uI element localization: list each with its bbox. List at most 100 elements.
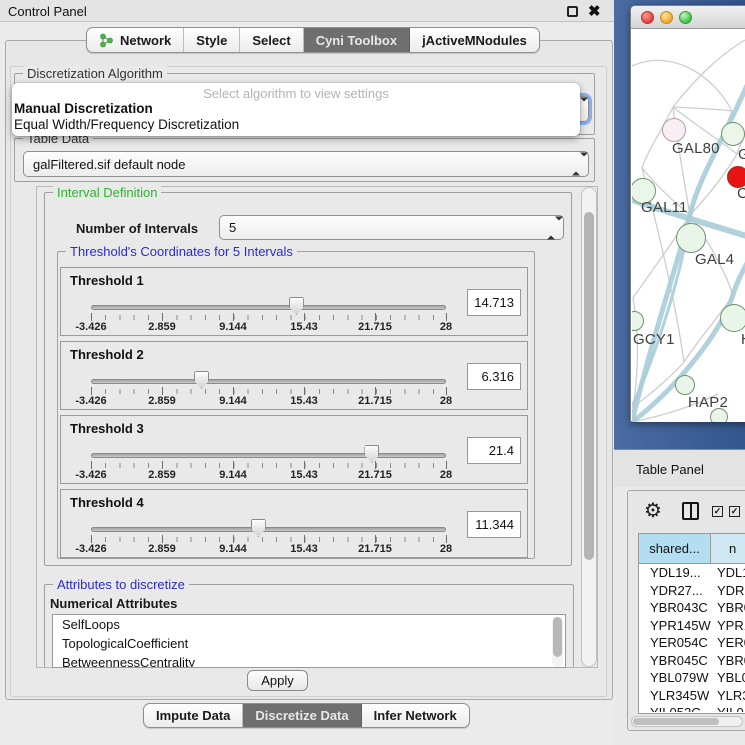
table-row[interactable]: YBR045CYBR0	[639, 652, 745, 670]
table-horizontal-scrollbar[interactable]	[631, 716, 743, 727]
cell[interactable]: YLR3	[711, 687, 745, 705]
cell[interactable]: YBR043C	[639, 599, 711, 617]
settings-vertical-scrollbar[interactable]	[581, 187, 597, 667]
cell[interactable]: YPR145W	[639, 617, 711, 635]
cell[interactable]: YPR1	[711, 617, 745, 635]
network-node[interactable]	[720, 304, 745, 332]
tick-label: -3.426	[75, 543, 106, 555]
tab-style[interactable]: Style	[184, 28, 240, 52]
interval-definition-title: Interval Definition	[53, 185, 161, 200]
scrollbar-thumb[interactable]	[584, 212, 594, 560]
attributes-group-title: Attributes to discretize	[53, 577, 189, 592]
cell[interactable]: YBR045C	[639, 652, 711, 670]
close-traffic-light-icon[interactable]	[641, 11, 654, 24]
apply-button[interactable]: Apply	[247, 670, 308, 691]
table-row[interactable]: YDL19...YDL1	[639, 564, 745, 582]
tab-cyni-toolbox[interactable]: Cyni Toolbox	[304, 28, 410, 52]
split-columns-icon[interactable]	[682, 502, 699, 520]
scrollbar-thumb[interactable]	[633, 718, 719, 725]
checkbox-checked-icon[interactable]: ✓	[712, 506, 723, 517]
cell[interactable]: YLR345W	[639, 687, 711, 705]
table-row[interactable]: YBR043CYBR0	[639, 599, 745, 617]
network-node[interactable]	[662, 118, 686, 142]
tab-impute-data[interactable]: Impute Data	[144, 704, 243, 727]
combo-arrows-icon	[547, 220, 555, 235]
slider-thumb[interactable]	[194, 371, 209, 389]
cell[interactable]: YER054C	[639, 634, 711, 652]
network-node[interactable]	[721, 122, 745, 146]
cell[interactable]: YDL1	[711, 564, 745, 582]
table-row[interactable]: YDR27...YDR2	[639, 582, 745, 600]
tick-label: 21.715	[358, 321, 392, 333]
tick-label: 9.144	[219, 321, 247, 333]
combo-arrows-icon	[572, 157, 580, 172]
cell[interactable]: YDL19...	[639, 564, 711, 582]
node-label: GCY1	[633, 331, 675, 348]
threshold-value-field[interactable]: 11.344	[467, 511, 521, 538]
tick-label: 2.859	[148, 395, 176, 407]
table-data-group: Table Data galFiltered.sif default node	[14, 138, 595, 182]
tick-label: -3.426	[75, 469, 106, 481]
tick-label: -3.426	[75, 395, 106, 407]
table-row[interactable]: YER054CYER0	[639, 634, 745, 652]
table-data-combobox[interactable]: galFiltered.sif default node	[23, 151, 589, 177]
cell[interactable]: YIL0	[711, 704, 745, 712]
cell[interactable]: YDR27...	[639, 582, 711, 600]
threshold-value-field[interactable]: 6.316	[467, 363, 521, 390]
checkbox-checked-icon[interactable]: ✓	[729, 506, 740, 517]
tab-infer-network-label: Infer Network	[374, 708, 457, 723]
tab-jactivemnodules[interactable]: jActiveMNodules	[410, 28, 539, 52]
node-label: HAP2	[688, 394, 728, 411]
cell[interactable]: YBR0	[711, 599, 745, 617]
table-row[interactable]: YPR145WYPR1	[639, 617, 745, 635]
tab-network[interactable]: Network	[87, 28, 184, 52]
table-row[interactable]: YBL079WYBL0	[639, 669, 745, 687]
gear-icon[interactable]: ⚙	[644, 498, 662, 523]
list-item[interactable]: TopologicalCoefficient	[53, 634, 565, 653]
cell[interactable]: YDR2	[711, 582, 745, 600]
cell[interactable]: YBL079W	[639, 669, 711, 687]
node-label: GAL4	[695, 251, 734, 268]
threshold-value-field[interactable]: 14.713	[467, 289, 521, 316]
network-window[interactable]: GAL80GACGAL11GAL4GCY1HHAP2	[630, 5, 745, 422]
minimize-traffic-light-icon[interactable]	[660, 11, 673, 24]
tick-label: 15.43	[290, 321, 318, 333]
scrollbar-thumb[interactable]	[553, 617, 562, 657]
tab-discretize-data[interactable]: Discretize Data	[243, 704, 361, 727]
algorithm-option-equal-width[interactable]: Equal Width/Frequency Discretization	[14, 117, 239, 132]
node-table[interactable]: shared... n YDL19...YDL1 YDR27...YDR2 YB…	[638, 533, 745, 714]
cell[interactable]: YBL0	[711, 669, 745, 687]
table-header: shared... n	[639, 534, 745, 564]
threshold-value-field[interactable]: 21.4	[467, 437, 521, 464]
column-header-shared-name[interactable]: shared...	[639, 534, 711, 564]
slider-thumb[interactable]	[251, 519, 266, 537]
network-canvas[interactable]: GAL80GACGAL11GAL4GCY1HHAP2	[632, 29, 745, 422]
algorithm-option-manual[interactable]: Manual Discretization	[14, 101, 153, 116]
network-window-titlebar[interactable]	[631, 6, 745, 29]
cell[interactable]: YIL052C	[639, 704, 711, 712]
cell[interactable]: YBR0	[711, 652, 745, 670]
slider-thumb[interactable]	[289, 297, 304, 315]
list-scrollbar[interactable]	[552, 617, 563, 667]
tab-select[interactable]: Select	[240, 28, 303, 52]
tick-label: -3.426	[75, 321, 106, 333]
network-node[interactable]	[675, 375, 695, 395]
list-item[interactable]: SelfLoops	[53, 615, 565, 634]
table-row[interactable]: YLR345WYLR3	[639, 687, 745, 705]
tab-infer-network[interactable]: Infer Network	[362, 704, 469, 727]
column-header-name[interactable]: n	[711, 534, 745, 564]
float-window-icon[interactable]	[567, 6, 578, 17]
table-row[interactable]: YIL052CYIL0	[639, 704, 745, 712]
cell[interactable]: YER0	[711, 634, 745, 652]
bottom-tab-bar: Impute Data Discretize Data Infer Networ…	[143, 703, 470, 728]
numerical-attributes-list[interactable]: SelfLoops TopologicalCoefficient Between…	[52, 614, 566, 668]
num-intervals-combobox[interactable]: 5	[219, 215, 564, 240]
zoom-traffic-light-icon[interactable]	[679, 11, 692, 24]
close-icon[interactable]: ✖	[588, 2, 601, 20]
algorithm-dropdown-popup: Select algorithm to view settings Manual…	[12, 83, 580, 136]
tick-label: 21.715	[358, 543, 392, 555]
network-icon	[99, 33, 114, 48]
list-item[interactable]: BetweennessCentrality	[53, 653, 565, 668]
network-node[interactable]	[676, 223, 706, 253]
slider-thumb[interactable]	[364, 445, 379, 463]
